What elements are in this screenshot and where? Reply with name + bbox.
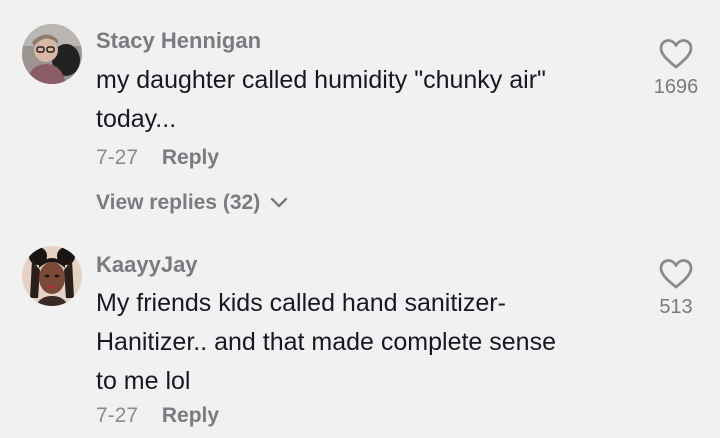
chevron-down-icon	[270, 191, 288, 215]
avatar[interactable]	[22, 246, 82, 306]
heart-outline-icon[interactable]	[658, 38, 694, 70]
view-replies-button[interactable]: View replies (32)	[96, 191, 288, 215]
avatar[interactable]	[22, 24, 82, 84]
view-replies-label: View replies (32)	[96, 191, 261, 214]
comment-text: My friends kids called hand sanitizer- H…	[96, 284, 636, 401]
heart-outline-icon[interactable]	[658, 258, 694, 290]
comment-text-line: to me lol	[96, 367, 191, 395]
comment-text: my daughter called humidity "chunky air"…	[96, 61, 636, 139]
like-count: 1696	[653, 76, 699, 98]
comment-text-line: My friends kids called hand sanitizer-	[96, 289, 506, 317]
like-count: 513	[659, 296, 693, 318]
avatar-woman-braids-icon	[22, 246, 82, 306]
comment-item: Stacy Hennigan my daughter called humidi…	[0, 0, 720, 232]
comment-date: 7-27	[96, 146, 139, 169]
comment-text-line: my daughter called humidity "chunky air"	[96, 66, 546, 94]
comment-username[interactable]: KaayyJay	[96, 252, 198, 278]
comment-text-line: Hanitizer.. and that made complete sense	[96, 328, 556, 356]
comment-username[interactable]: Stacy Hennigan	[96, 28, 261, 54]
comment-text-line: today...	[96, 105, 177, 133]
like-control: 1696	[640, 38, 712, 99]
comment-item: KaayyJay My friends kids called hand san…	[0, 236, 720, 438]
comment-meta: 7-27 Reply	[96, 404, 219, 428]
reply-button[interactable]: Reply	[162, 146, 219, 169]
avatar-woman-glasses-icon	[22, 24, 82, 84]
like-control: 513	[640, 258, 712, 319]
reply-button[interactable]: Reply	[162, 404, 219, 427]
comment-meta: 7-27 Reply	[96, 146, 219, 170]
comment-date: 7-27	[96, 404, 139, 427]
